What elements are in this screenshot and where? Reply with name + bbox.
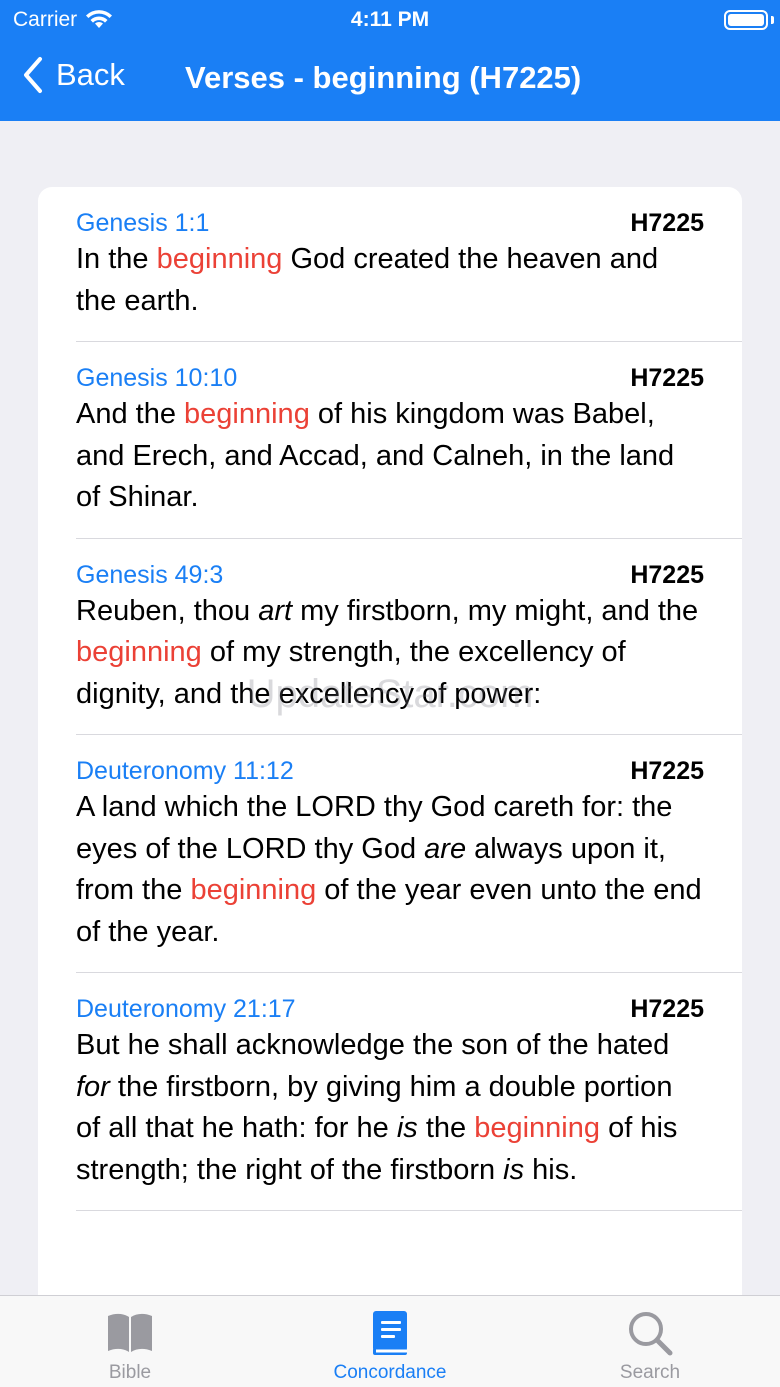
nav-bar: Back Verses - beginning (H7225) <box>0 50 780 110</box>
chevron-left-icon <box>24 57 42 93</box>
highlighted-word: beginning <box>184 398 310 430</box>
verse-text: And the beginning of his kingdom was Bab… <box>76 398 675 513</box>
tab-search[interactable]: Search <box>520 1296 780 1387</box>
verse-reference[interactable]: Deuteronomy 11:12 <box>76 757 294 786</box>
highlighted-word: beginning <box>76 636 202 668</box>
strongs-code: H7225 <box>630 209 704 237</box>
status-bar: Carrier 4:11 PM <box>0 0 780 40</box>
strongs-code: H7225 <box>630 995 704 1023</box>
book-closed-icon <box>373 1311 407 1355</box>
tab-label: Bible <box>108 1362 152 1383</box>
verse-reference[interactable]: Genesis 10:10 <box>76 364 237 393</box>
status-time: 4:11 PM <box>350 8 430 31</box>
verse-reference[interactable]: Deuteronomy 21:17 <box>76 995 296 1024</box>
tab-bar: Bible Concordance Search <box>0 1295 780 1387</box>
verse-row[interactable]: Genesis 1:1 H7225 In the beginning God c… <box>38 187 742 342</box>
verse-reference[interactable]: Genesis 49:3 <box>76 561 223 590</box>
italic-word: is <box>396 1112 418 1144</box>
tab-bible[interactable]: Bible <box>0 1296 260 1387</box>
tab-label: Search <box>619 1362 681 1383</box>
italic-word: are <box>424 832 467 865</box>
italic-word: art <box>258 594 293 627</box>
verse-text: A land which the LORD thy God careth for… <box>76 791 702 948</box>
battery-tip <box>771 16 774 24</box>
verse-row[interactable]: Genesis 10:10 H7225 And the beginning of… <box>38 342 742 539</box>
verse-list[interactable]: Genesis 1:1 H7225 In the beginning God c… <box>38 187 742 1297</box>
strongs-code: H7225 <box>630 757 704 785</box>
nav-header: Carrier 4:11 PM Back Verses - beginning … <box>0 0 780 121</box>
verse-text: In the beginning God created the heaven … <box>76 243 659 317</box>
book-open-icon <box>108 1313 152 1352</box>
strongs-code: H7225 <box>630 560 704 589</box>
verse-text: Reuben, thou art my firstborn, my might,… <box>76 594 699 710</box>
highlighted-word: beginning <box>156 243 283 275</box>
highlighted-word: beginning <box>190 874 317 906</box>
highlighted-word: beginning <box>474 1112 601 1144</box>
verse-row[interactable]: Genesis 49:3 H7225 Reuben, thou art my f… <box>38 539 742 736</box>
tab-label: Concordance <box>333 1362 447 1383</box>
magnifier-icon <box>629 1312 673 1356</box>
page-title: Verses - beginning (H7225) <box>185 60 582 95</box>
back-label: Back <box>56 57 125 92</box>
italic-word: for <box>76 1070 110 1103</box>
battery-icon <box>724 10 768 30</box>
verse-row[interactable]: Deuteronomy 11:12 H7225 A land which the… <box>38 735 742 973</box>
italic-word: is <box>503 1153 525 1186</box>
verse-reference[interactable]: Genesis 1:1 <box>76 209 209 238</box>
verse-text: But he shall acknowledge the son of the … <box>76 1029 678 1186</box>
strongs-code: H7225 <box>630 364 704 392</box>
verse-row[interactable]: Deuteronomy 21:17 H7225 But he shall ack… <box>38 973 742 1211</box>
back-button[interactable]: Back <box>22 56 125 94</box>
tab-concordance[interactable]: Concordance <box>260 1296 520 1387</box>
